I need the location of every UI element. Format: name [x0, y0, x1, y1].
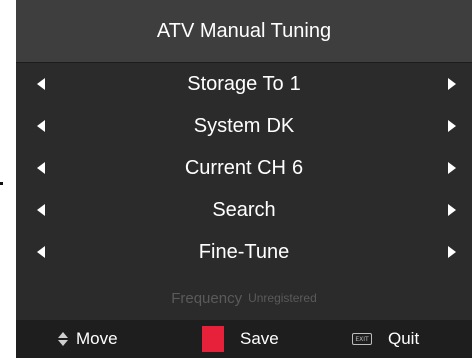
- arrow-left-icon[interactable]: [37, 246, 45, 258]
- menu-row-text: Search: [212, 199, 275, 222]
- quit-label: Quit: [388, 329, 420, 348]
- frequency-value: Unregistered: [248, 291, 317, 305]
- frequency-label: Frequency: [171, 289, 243, 307]
- exit-key-icon: EXIT: [352, 333, 372, 345]
- tuning-menu: Storage To 1 System DK Current CH 6 Sear…: [16, 63, 472, 273]
- menu-row-label: Search: [212, 198, 276, 221]
- arrow-left-icon[interactable]: [37, 120, 45, 132]
- menu-row-fine-tune[interactable]: Fine-Tune: [16, 231, 472, 273]
- menu-row-system[interactable]: System DK: [16, 105, 472, 147]
- save-hint[interactable]: Save: [202, 320, 279, 358]
- frequency-readout: Frequency Unregistered: [16, 283, 472, 313]
- save-label: Save: [240, 329, 279, 348]
- menu-row-value: 1: [289, 72, 301, 95]
- move-label: Move: [76, 329, 118, 348]
- stray-mark: [0, 182, 3, 185]
- up-down-icon: [58, 332, 68, 346]
- menu-row-text: Storage To 1: [187, 73, 301, 96]
- key-hint-bar: Move Save EXIT Quit: [16, 320, 472, 358]
- menu-row-label: Fine-Tune: [198, 240, 290, 263]
- menu-row-text: Fine-Tune: [199, 241, 289, 264]
- arrow-right-icon[interactable]: [448, 120, 456, 132]
- atv-manual-tuning-panel: ATV Manual Tuning Storage To 1 System DK: [16, 0, 472, 358]
- arrow-right-icon[interactable]: [448, 78, 456, 90]
- arrow-right-icon[interactable]: [448, 204, 456, 216]
- menu-row-label: System: [193, 114, 261, 137]
- quit-hint[interactable]: EXIT Quit: [352, 320, 419, 358]
- menu-row-label: Storage To: [187, 72, 284, 95]
- arrow-right-icon[interactable]: [448, 246, 456, 258]
- arrow-left-icon[interactable]: [37, 162, 45, 174]
- arrow-right-icon[interactable]: [448, 162, 456, 174]
- menu-row-value: 6: [292, 156, 304, 179]
- menu-row-value: DK: [266, 114, 295, 137]
- screen: ATV Manual Tuning Storage To 1 System DK: [0, 0, 472, 358]
- arrow-left-icon[interactable]: [37, 204, 45, 216]
- red-button-icon: [202, 326, 224, 352]
- panel-title: ATV Manual Tuning: [16, 0, 472, 63]
- menu-row-label: Current CH: [184, 156, 286, 179]
- menu-row-current-ch[interactable]: Current CH 6: [16, 147, 472, 189]
- move-hint: Move: [58, 320, 118, 358]
- menu-row-text: Current CH 6: [185, 157, 303, 180]
- menu-row-search[interactable]: Search: [16, 189, 472, 231]
- arrow-left-icon[interactable]: [37, 78, 45, 90]
- menu-row-text: System DK: [194, 115, 294, 138]
- menu-row-storage-to[interactable]: Storage To 1: [16, 63, 472, 105]
